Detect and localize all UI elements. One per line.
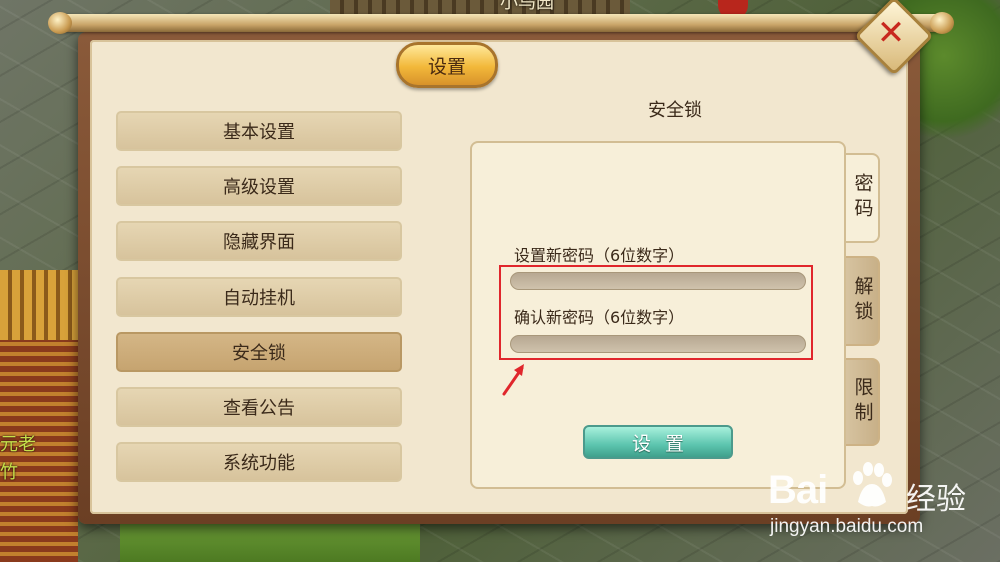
scroll-rod xyxy=(52,14,948,32)
grass-patch-bottom xyxy=(120,522,420,562)
baidu-paw-icon xyxy=(853,462,892,507)
scroll-rod-cap-right xyxy=(930,12,954,34)
menu-item-view-announcements[interactable]: 查看公告 xyxy=(116,387,402,427)
dialog-title: 设置 xyxy=(396,42,498,88)
menu-item-basic-settings[interactable]: 基本设置 xyxy=(116,111,402,151)
watermark-url: jingyan.baidu.com xyxy=(770,516,924,537)
npc-name-label-2: 竹 xyxy=(0,462,18,483)
tab-unlock[interactable]: 解锁 xyxy=(846,256,880,346)
menu-item-security-lock[interactable]: 安全锁 xyxy=(116,332,402,372)
scroll-rod-cap-left xyxy=(48,12,72,34)
annotation-highlight-box xyxy=(499,265,813,360)
panel-title: 安全锁 xyxy=(648,100,702,121)
map-name-label: 小鸟园 xyxy=(500,0,554,13)
menu-item-hide-interface[interactable]: 隐藏界面 xyxy=(116,221,402,261)
building-left xyxy=(0,270,78,562)
new-password-label: 设置新密码（6位数字） xyxy=(514,246,685,265)
baidu-jingyan-watermark: Bai 经验 jingyan.baidu.com xyxy=(768,462,1000,540)
annotation-arrow-icon xyxy=(502,364,524,396)
menu-item-system-functions[interactable]: 系统功能 xyxy=(116,442,402,482)
set-password-button[interactable]: 设置 xyxy=(583,425,733,459)
menu-item-advanced-settings[interactable]: 高级设置 xyxy=(116,166,402,206)
tab-password[interactable]: 密码 xyxy=(846,153,880,243)
watermark-jingyan-text: 经验 xyxy=(906,482,966,517)
tab-unlock-label: 解锁 xyxy=(851,276,874,326)
tab-restriction[interactable]: 限制 xyxy=(846,358,880,446)
npc-name-label: 元老 xyxy=(0,434,36,455)
tab-password-label: 密码 xyxy=(851,173,874,223)
menu-item-auto-play[interactable]: 自动挂机 xyxy=(116,277,402,317)
watermark-logo-text: Bai xyxy=(768,468,828,512)
tab-restriction-label: 限制 xyxy=(851,377,874,427)
